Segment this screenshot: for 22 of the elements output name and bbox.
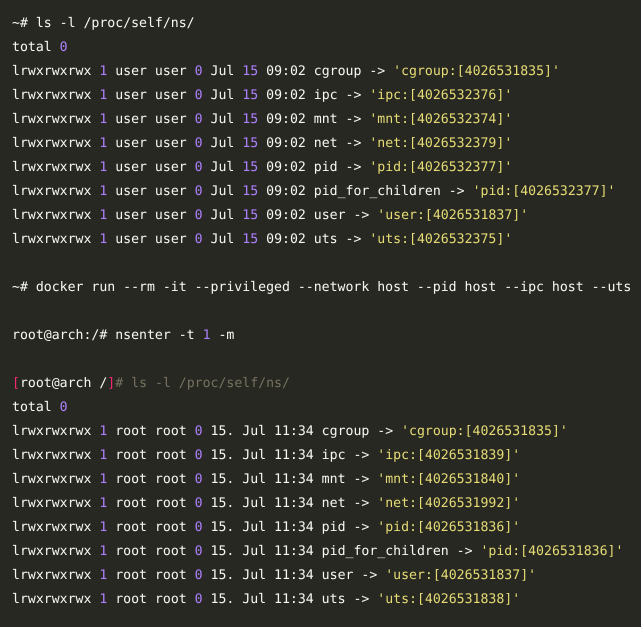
code-line: root@arch:/# nsenter -t 1 -m xyxy=(12,327,234,345)
code-line: total 0 xyxy=(12,399,68,417)
code-line: lrwxrwxrwx 1 user user 0 Jul 15 09:02 mnt -> 'mnt:[4026532374]' xyxy=(12,111,512,129)
code-line: lrwxrwxrwx 1 user user 0 Jul 15 09:02 ipc -> 'ipc:[4026532376]' xyxy=(12,87,512,105)
code-line: lrwxrwxrwx 1 root root 0 15. Jul 11:34 mnt -> 'mnt:[4026531840]' xyxy=(12,471,520,489)
code-line: lrwxrwxrwx 1 root root 0 15. Jul 11:34 uts -> 'uts:[4026531838]' xyxy=(12,591,520,609)
code-line: ~# ls -l /proc/self/ns/ xyxy=(12,15,195,33)
code-line: lrwxrwxrwx 1 root root 0 15. Jul 11:34 pid_for_children -> 'pid:[4026531836]' xyxy=(12,543,624,561)
code-line: lrwxrwxrwx 1 root root 0 15. Jul 11:34 cgroup -> 'cgroup:[4026531835]' xyxy=(12,423,568,441)
code-line: lrwxrwxrwx 1 root root 0 15. Jul 11:34 pid -> 'pid:[4026531836]' xyxy=(12,519,520,537)
code-line: lrwxrwxrwx 1 user user 0 Jul 15 09:02 net -> 'net:[4026532379]' xyxy=(12,135,512,153)
code-line: total 0 xyxy=(12,39,68,57)
code-line: lrwxrwxrwx 1 user user 0 Jul 15 09:02 pid_for_children -> 'pid:[4026532377]' xyxy=(12,183,616,201)
code-line: lrwxrwxrwx 1 root root 0 15. Jul 11:34 user -> 'user:[4026531837]' xyxy=(12,567,536,585)
code-line: lrwxrwxrwx 1 root root 0 15. Jul 11:34 ipc -> 'ipc:[4026531839]' xyxy=(12,447,520,465)
code-line: lrwxrwxrwx 1 user user 0 Jul 15 09:02 user -> 'user:[4026531837]' xyxy=(12,207,528,225)
code-line: lrwxrwxrwx 1 user user 0 Jul 15 09:02 pid -> 'pid:[4026532377]' xyxy=(12,159,512,177)
code-line: lrwxrwxrwx 1 user user 0 Jul 15 09:02 uts -> 'uts:[4026532375]' xyxy=(12,231,512,249)
code-line: ~# docker run --rm -it --privileged --network host --pid host --ipc host --uts xyxy=(12,279,632,297)
code-line: lrwxrwxrwx 1 root root 0 15. Jul 11:34 net -> 'net:[4026531992]' xyxy=(12,495,520,513)
code-line: lrwxrwxrwx 1 user user 0 Jul 15 09:02 cgroup -> 'cgroup:[4026531835]' xyxy=(12,63,560,81)
code-line: [root@arch /]# ls -l /proc/self/ns/ xyxy=(12,375,290,393)
